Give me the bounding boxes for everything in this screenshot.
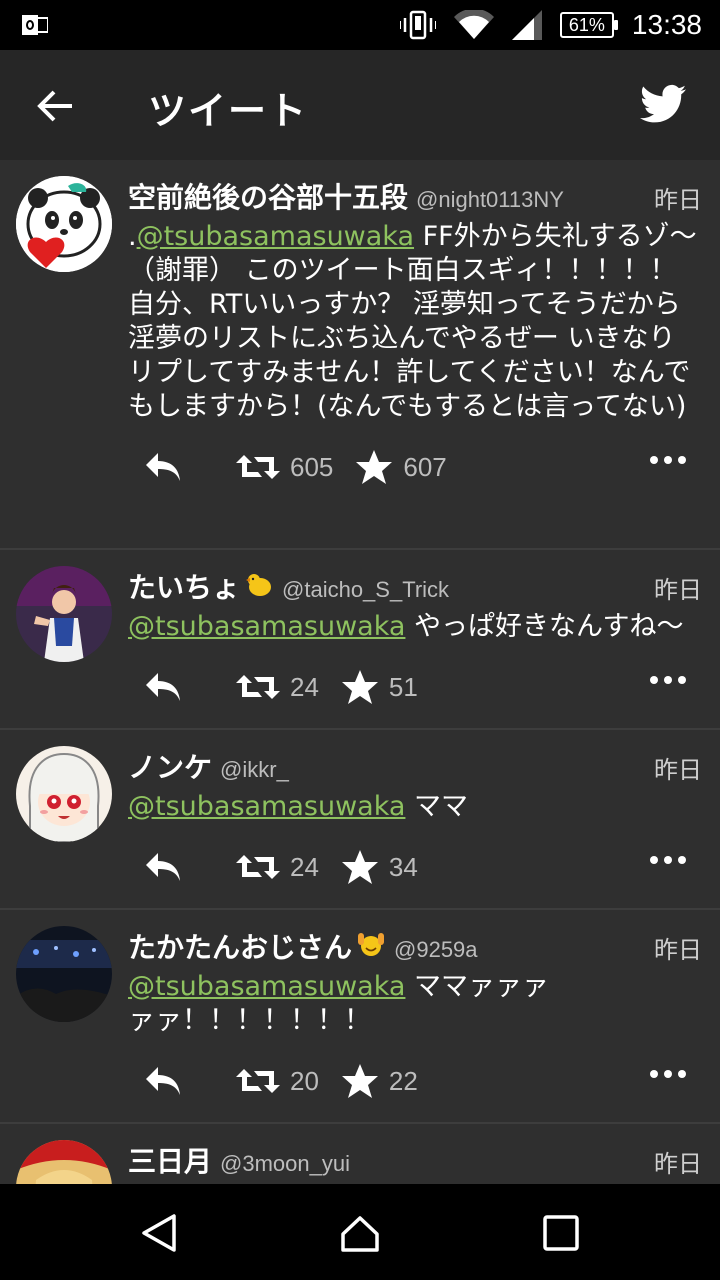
tweet-item[interactable]: 昨日 たかたんおじさん @9259a @tsubasamasuwaka ママァァ… [0,910,720,1124]
tweet-item[interactable]: 昨日 たいちょ @taicho_S_Trick @tsubasamasuwaka… [0,550,720,730]
star-icon [341,670,378,704]
tweet-body: ママ [405,791,469,822]
favorite-count: 22 [388,1065,418,1096]
reply-icon[interactable] [144,671,182,703]
tweet-actions: 605 607 [128,432,702,502]
tweet-text: .@tsubasamasuwaka FF外から失礼するゾ～（謝罪） このツイート… [128,220,702,424]
page-title: ツイート [148,89,309,133]
concert-crowd-avatar-image [16,926,112,1022]
favorite-count: 607 [403,451,447,482]
more-options-icon[interactable] [648,1068,688,1080]
mention-link[interactable]: @tsubasamasuwaka [128,971,405,1002]
tweet-date: 昨日 [654,936,702,964]
retweet-count: 605 [290,451,334,482]
retweet-icon [236,675,280,699]
wifi-icon [453,10,494,39]
avatar[interactable] [16,1140,112,1184]
retweet-button[interactable]: 20 [236,1065,319,1097]
favorite-count: 51 [388,671,418,702]
favorite-button[interactable]: 51 [341,669,418,705]
retweet-icon [236,455,280,479]
tweet-actions: 20 22 [128,1046,702,1116]
tweet-item[interactable]: 昨日 三日月 @3moon_yui [0,1124,720,1184]
favorite-count: 34 [388,851,418,882]
status-bar: 61% 13:38 [0,0,720,50]
panda-avatar-image [16,176,112,272]
recents-icon[interactable] [540,1212,582,1254]
chick-emoji-icon [246,574,272,596]
reply-icon[interactable] [144,451,182,483]
favorite-button[interactable]: 22 [341,1063,418,1099]
mention-link[interactable]: @tsubasamasuwaka [137,221,414,252]
star-icon [356,450,393,484]
user-handle[interactable]: @night0113NY [416,187,564,213]
retweet-count: 24 [290,671,319,702]
tweet-list[interactable]: 昨日 空前絶後の谷部十五段 @night0113NY .@tsubasamasu… [0,160,720,1184]
mention-link[interactable]: @tsubasamasuwaka [128,611,405,642]
vibrate-icon [399,10,436,40]
avatar[interactable] [16,176,112,272]
tweet-text: @tsubasamasuwaka ママァァァァァ！！！！！！！ [128,970,568,1038]
retweet-icon [236,1069,280,1093]
tweet-date: 昨日 [654,576,702,604]
twitter-bird-icon [640,84,686,123]
user-handle[interactable]: @3moon_yui [220,1151,350,1177]
user-handle[interactable]: @taicho_S_Trick [282,577,449,603]
tweet-date: 昨日 [654,1150,702,1178]
tweet-date: 昨日 [654,756,702,784]
tweet-body: やっぱ好きなんすね～ [405,611,684,642]
favorite-button[interactable]: 607 [355,449,447,485]
display-name[interactable]: ノンケ [128,746,212,786]
battery-level: 61% [568,14,605,35]
avatar[interactable] [16,746,112,842]
reply-icon[interactable] [144,1065,182,1097]
tweet-text: @tsubasamasuwaka やっぱ好きなんすね～ [128,610,702,644]
tweet-text: @tsubasamasuwaka ママ [128,790,702,824]
home-icon[interactable] [339,1212,381,1254]
mention-link[interactable]: @tsubasamasuwaka [128,791,405,822]
tweet-actions: 24 51 [128,652,702,722]
system-nav-bar [0,1184,720,1280]
user-handle[interactable]: @9259a [394,937,478,963]
avatar[interactable] [16,566,112,662]
star-icon [341,1064,378,1098]
tweet-actions: 24 34 [128,832,702,902]
retweet-button[interactable]: 605 [236,451,333,483]
avatar[interactable] [16,926,112,1022]
retweet-count: 20 [290,1065,319,1096]
outlook-icon [22,15,48,35]
back-triangle-icon[interactable] [138,1212,180,1254]
favorite-button[interactable]: 34 [341,849,418,885]
tweet-prefix: . [128,221,137,252]
signal-icon [511,10,542,40]
santa-hat-avatar-image [16,1140,112,1184]
arrow-left-icon[interactable] [36,88,76,124]
display-name[interactable]: たかたんおじさん [128,926,352,966]
more-options-icon[interactable] [648,454,688,466]
user-handle[interactable]: @ikkr_ [220,757,289,783]
reply-icon[interactable] [144,851,182,883]
tweet-item[interactable]: 昨日 ノンケ @ikkr_ @tsubasamasuwaka ママ 24 34 [0,730,720,910]
clock: 13:38 [631,9,702,40]
display-name[interactable]: 空前絶後の谷部十五段 [128,176,408,216]
anime-girl-avatar-image [16,746,112,842]
raising-hands-emoji-icon [358,933,385,956]
display-name[interactable]: 三日月 [128,1140,212,1180]
retweet-count: 24 [290,851,319,882]
battery-indicator: 61% [559,12,618,38]
app-bar: ツイート [0,50,720,160]
retweet-button[interactable]: 24 [236,671,319,703]
star-icon [341,850,378,884]
retweet-icon [236,855,280,879]
tweet-item[interactable]: 昨日 空前絶後の谷部十五段 @night0113NY .@tsubasamasu… [0,160,720,550]
display-name[interactable]: たいちょ [128,566,240,606]
more-options-icon[interactable] [648,674,688,686]
more-options-icon[interactable] [648,854,688,866]
tweet-date: 昨日 [654,186,702,214]
stage-photo-avatar-image [16,566,112,662]
retweet-button[interactable]: 24 [236,851,319,883]
